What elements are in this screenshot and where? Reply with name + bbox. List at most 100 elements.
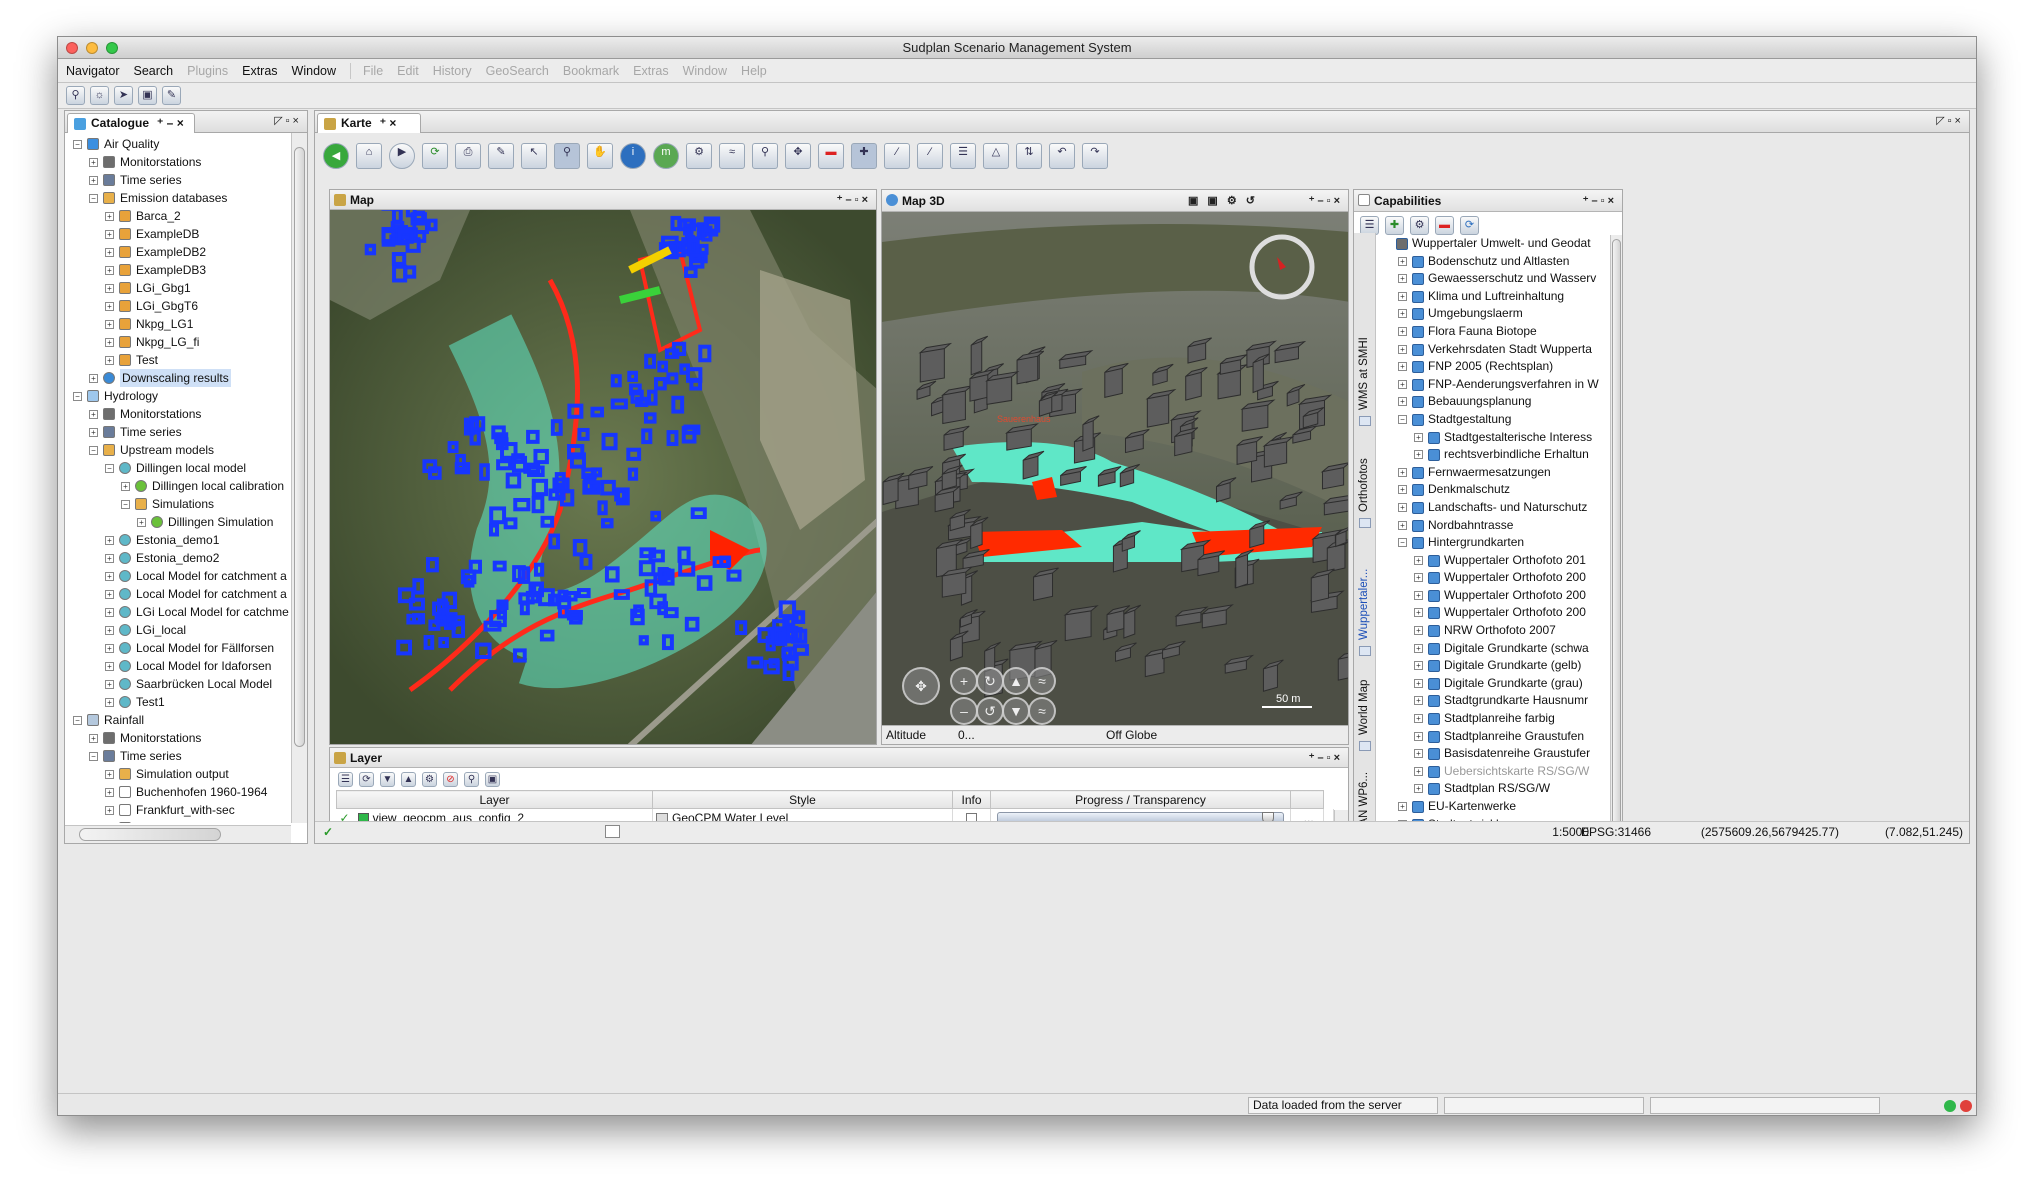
expand-toggle-icon[interactable]: + xyxy=(89,158,98,167)
expand-toggle-icon[interactable]: + xyxy=(105,356,114,365)
catalogue-item[interactable]: + Saarbrücken Local Model xyxy=(65,675,291,693)
expand-toggle-icon[interactable]: + xyxy=(1398,256,1407,266)
expand-toggle-icon[interactable]: + xyxy=(105,284,114,293)
expand-toggle-icon[interactable]: + xyxy=(105,554,114,563)
forward-icon[interactable]: ▶ xyxy=(389,143,415,169)
catalogue-item[interactable]: + LGi_Gbg1 xyxy=(65,279,291,297)
polyline-icon[interactable]: ∕ xyxy=(917,143,943,169)
menu-navigator[interactable]: Navigator xyxy=(66,64,120,78)
expand-toggle-icon[interactable]: + xyxy=(1414,766,1423,776)
catalogue-item[interactable]: − Hydrology xyxy=(65,387,291,405)
close-icon[interactable]: ⁺ × xyxy=(380,114,397,133)
catalogue-item[interactable]: + Downscaling results xyxy=(65,369,291,387)
catalogue-vscroll[interactable] xyxy=(291,133,307,823)
catalogue-item[interactable]: − Simulations xyxy=(65,495,291,513)
catalogue-item[interactable]: − Dillingen local model xyxy=(65,459,291,477)
catalogue-item[interactable]: + LGi_local xyxy=(65,621,291,639)
capabilities-item[interactable]: + NRW Orthofoto 2007 xyxy=(1378,622,1608,640)
capabilities-item[interactable]: + rechtsverbindliche Erhaltun xyxy=(1378,446,1608,464)
collapse-toggle-icon[interactable]: − xyxy=(73,392,82,401)
rotate-icon[interactable]: ↻ xyxy=(976,667,1004,695)
capabilities-item[interactable]: + Fernwaermesatzungen xyxy=(1378,464,1608,482)
capabilities-item[interactable]: + EU-Kartenwerke xyxy=(1378,798,1608,816)
menu-bookmark-disabled[interactable]: Bookmark xyxy=(563,64,619,78)
expand-toggle-icon[interactable]: + xyxy=(89,176,98,185)
feature-info-icon[interactable]: ⚙ xyxy=(686,143,712,169)
refresh-icon[interactable]: ⟳ xyxy=(422,143,448,169)
collapse-toggle-icon[interactable]: − xyxy=(89,194,98,203)
menu-plugins[interactable]: Plugins xyxy=(187,64,228,78)
catalogue-item[interactable]: + Buchenhofen 1960-1964 xyxy=(65,783,291,801)
back-icon[interactable]: ◀ xyxy=(323,143,349,169)
measure-icon[interactable]: m xyxy=(653,143,679,169)
capabilities-item[interactable]: + FNP 2005 (Rechtsplan) xyxy=(1378,358,1608,376)
catalogue-item[interactable]: + Estonia_demo1 xyxy=(65,531,291,549)
expand-toggle-icon[interactable]: + xyxy=(1398,397,1407,407)
line-icon[interactable]: ∕ xyxy=(884,143,910,169)
capabilities-item[interactable]: + Wuppertaler Orthofoto 200 xyxy=(1378,587,1608,605)
expand-toggle-icon[interactable]: + xyxy=(89,410,98,419)
edit-vertices-icon[interactable]: ✚ xyxy=(851,143,877,169)
catalogue-item[interactable]: + Time series xyxy=(65,423,291,441)
catalogue-item[interactable]: + Test1 xyxy=(65,693,291,711)
expand-toggle-icon[interactable]: + xyxy=(1414,573,1423,583)
zoom-to-layer-icon[interactable]: ⚲ xyxy=(464,772,479,787)
remove-layer-icon[interactable]: ⊘ xyxy=(443,772,458,787)
monitor-icon[interactable]: ▣ xyxy=(138,86,157,105)
catalogue-item[interactable]: − Rainfall xyxy=(65,711,291,729)
capabilities-item[interactable]: + Wuppertaler Orthofoto 201 xyxy=(1378,552,1608,570)
catalogue-item[interactable]: + Local Model for Idaforsen xyxy=(65,657,291,675)
clipboard-icon[interactable]: ✎ xyxy=(162,86,181,105)
menu-geosearch-disabled[interactable]: GeoSearch xyxy=(486,64,549,78)
collapse-toggle-icon[interactable]: − xyxy=(121,500,130,509)
menu-window-disabled[interactable]: Window xyxy=(683,64,727,78)
tilt-icon[interactable]: ▲ xyxy=(1002,667,1030,695)
layer-column-header[interactable]: Style xyxy=(652,790,953,809)
capabilities-item[interactable]: + Stadtplan RS/SG/W xyxy=(1378,780,1608,798)
menu-extras[interactable]: Extras xyxy=(242,64,277,78)
map-2d-canvas[interactable] xyxy=(330,210,876,744)
capabilities-item[interactable]: + Uebersichtskarte RS/SG/W xyxy=(1378,763,1608,781)
capabilities-item[interactable]: + Flora Fauna Biotope xyxy=(1378,323,1608,341)
catalogue-item[interactable]: + Time series xyxy=(65,171,291,189)
expand-toggle-icon[interactable]: + xyxy=(1414,714,1423,724)
capabilities-item[interactable]: − Hintergrundkarten xyxy=(1378,534,1608,552)
catalogue-item[interactable]: − Emission databases xyxy=(65,189,291,207)
expand-toggle-icon[interactable]: + xyxy=(105,770,114,779)
capabilities-item[interactable]: + FNP-Aenderungsverfahren in W xyxy=(1378,376,1608,394)
capabilities-item[interactable]: Wuppertaler Umwelt- und Geodat xyxy=(1378,235,1608,253)
expand-toggle-icon[interactable]: + xyxy=(1414,626,1423,636)
expand-toggle-icon[interactable]: + xyxy=(1398,362,1407,372)
catalogue-item[interactable]: + ExampleDB xyxy=(65,225,291,243)
catalogue-item[interactable]: + Frankfurt_with-sec xyxy=(65,801,291,819)
catalogue-item[interactable]: + Dillingen Simulation xyxy=(65,513,291,531)
capabilities-item[interactable]: + Bodenschutz und Altlasten xyxy=(1378,253,1608,271)
collapse-toggle-icon[interactable]: − xyxy=(89,752,98,761)
info-icon[interactable]: i xyxy=(620,143,646,169)
tilt-down-icon[interactable]: ▼ xyxy=(1002,697,1030,725)
undo-icon[interactable]: ↶ xyxy=(1049,143,1075,169)
catalogue-item[interactable]: + Simulation output xyxy=(65,765,291,783)
map-3d-tools[interactable]: ▣ ▣ ⚙ ↺ xyxy=(1188,190,1258,212)
expand-toggle-icon[interactable]: + xyxy=(1414,731,1423,741)
capabilities-window-controls[interactable]: ⁺–▫× xyxy=(1583,190,1617,212)
expand-toggle-icon[interactable]: + xyxy=(105,320,114,329)
expand-toggle-icon[interactable]: + xyxy=(1398,326,1407,336)
catalogue-item[interactable]: − Upstream models xyxy=(65,441,291,459)
clipboard-icon[interactable]: ✎ xyxy=(488,143,514,169)
expand-toggle-icon[interactable]: + xyxy=(89,374,98,383)
capabilities-side-tab[interactable]: Orthofotos xyxy=(1358,458,1370,512)
catalogue-item[interactable]: +Kalmar_in_Frankfurt xyxy=(65,819,291,823)
expand-toggle-icon[interactable]: + xyxy=(105,230,114,239)
catalogue-item[interactable]: + Barca_2 xyxy=(65,207,291,225)
remove-icon[interactable]: ▬ xyxy=(818,143,844,169)
expand-toggle-icon[interactable]: + xyxy=(89,428,98,437)
capabilities-side-tab[interactable]: Wuppertaler... xyxy=(1358,569,1370,640)
capabilities-vscroll[interactable] xyxy=(1610,235,1622,836)
settings-icon[interactable]: ⚙ xyxy=(1410,216,1429,235)
catalogue-item[interactable]: + Local Model for catchment a xyxy=(65,567,291,585)
capabilities-item[interactable]: + Nordbahntrasse xyxy=(1378,517,1608,535)
expand-toggle-icon[interactable]: + xyxy=(105,662,114,671)
marker-icon[interactable]: ⚲ xyxy=(752,143,778,169)
expand-toggle-icon[interactable]: + xyxy=(1398,520,1407,530)
